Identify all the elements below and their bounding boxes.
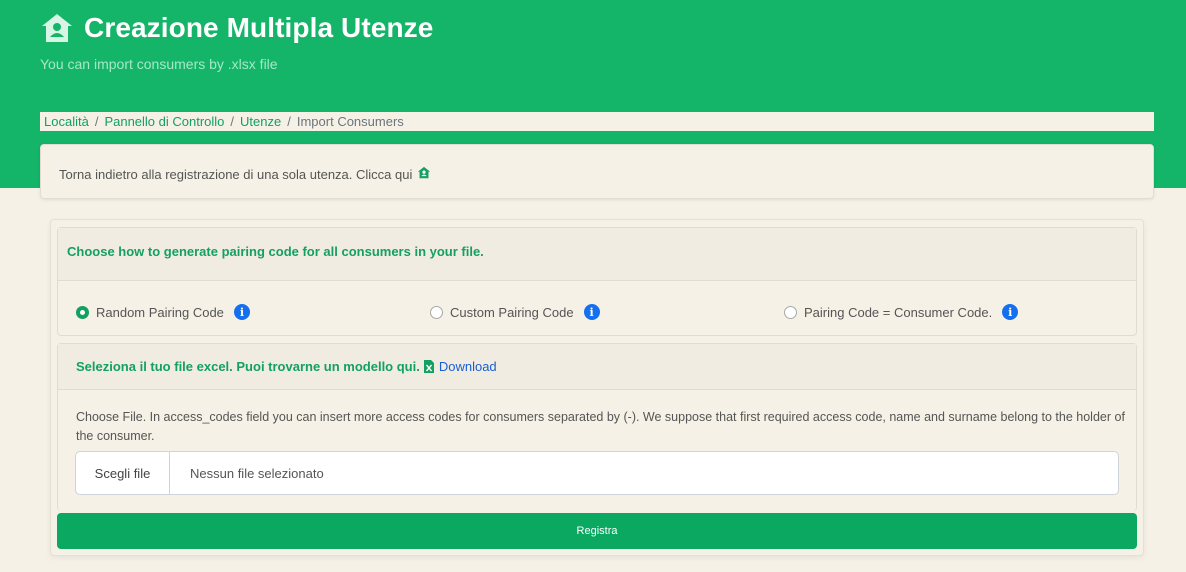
radio-button-custom[interactable] bbox=[430, 305, 443, 319]
header-title-row: Creazione Multipla Utenze bbox=[40, 12, 433, 44]
file-description: Choose File. In access_codes field you c… bbox=[76, 410, 1125, 443]
breadcrumb-link-pannello[interactable]: Pannello di Controllo bbox=[104, 114, 224, 129]
back-notice-text: Torna indietro alla registrazione di una… bbox=[59, 166, 413, 182]
pairing-card: Choose how to generate pairing code for … bbox=[57, 227, 1137, 336]
breadcrumb-separator: / bbox=[230, 114, 235, 129]
home-user-icon bbox=[40, 12, 74, 44]
download-link[interactable]: Download bbox=[439, 344, 497, 389]
info-icon[interactable]: i bbox=[233, 304, 250, 320]
pairing-heading: Choose how to generate pairing code for … bbox=[58, 228, 1136, 281]
page-subtitle: You can import consumers by .xlsx file bbox=[40, 56, 278, 72]
radio-option-custom[interactable]: Custom Pairing Code i bbox=[430, 304, 600, 320]
file-heading: Seleziona il tuo file excel. Puoi trovar… bbox=[58, 344, 1136, 390]
radio-label-custom: Custom Pairing Code bbox=[450, 304, 574, 320]
radio-option-consumer-code[interactable]: Pairing Code = Consumer Code. i bbox=[784, 304, 1019, 320]
file-card: Seleziona il tuo file excel. Puoi trovar… bbox=[57, 343, 1137, 511]
breadcrumb-link-localita[interactable]: Località bbox=[44, 114, 89, 129]
breadcrumb-separator: / bbox=[287, 114, 291, 129]
file-name-display: Nessun file selezionato bbox=[190, 465, 324, 481]
home-user-icon[interactable] bbox=[417, 166, 431, 182]
radio-label-consumer-code: Pairing Code = Consumer Code. bbox=[804, 304, 993, 320]
radio-button-random[interactable] bbox=[76, 305, 89, 319]
info-icon[interactable]: i bbox=[1002, 304, 1019, 320]
file-input[interactable]: Scegli file Nessun file selezionato bbox=[75, 451, 1119, 495]
back-notice: Torna indietro alla registrazione di una… bbox=[40, 144, 1154, 199]
breadcrumb-current: Import Consumers bbox=[296, 114, 404, 129]
import-form-card: Choose how to generate pairing code for … bbox=[50, 219, 1144, 556]
choose-file-button[interactable]: Scegli file bbox=[76, 452, 170, 494]
radio-option-random[interactable]: Random Pairing Code i bbox=[76, 304, 250, 320]
register-button[interactable]: Registra bbox=[57, 513, 1137, 549]
breadcrumb-separator: / bbox=[94, 114, 99, 129]
page-title: Creazione Multipla Utenze bbox=[84, 12, 434, 43]
info-icon[interactable]: i bbox=[583, 304, 600, 320]
radio-button-consumer-code[interactable] bbox=[784, 305, 797, 319]
breadcrumb-link-utenze[interactable]: Utenze bbox=[240, 114, 281, 129]
radio-label-random: Random Pairing Code bbox=[96, 304, 224, 320]
excel-file-icon bbox=[423, 360, 434, 373]
file-heading-text: Seleziona il tuo file excel. Puoi trovar… bbox=[76, 359, 420, 374]
breadcrumb: Località / Pannello di Controllo / Utenze / Im… bbox=[40, 112, 1154, 131]
